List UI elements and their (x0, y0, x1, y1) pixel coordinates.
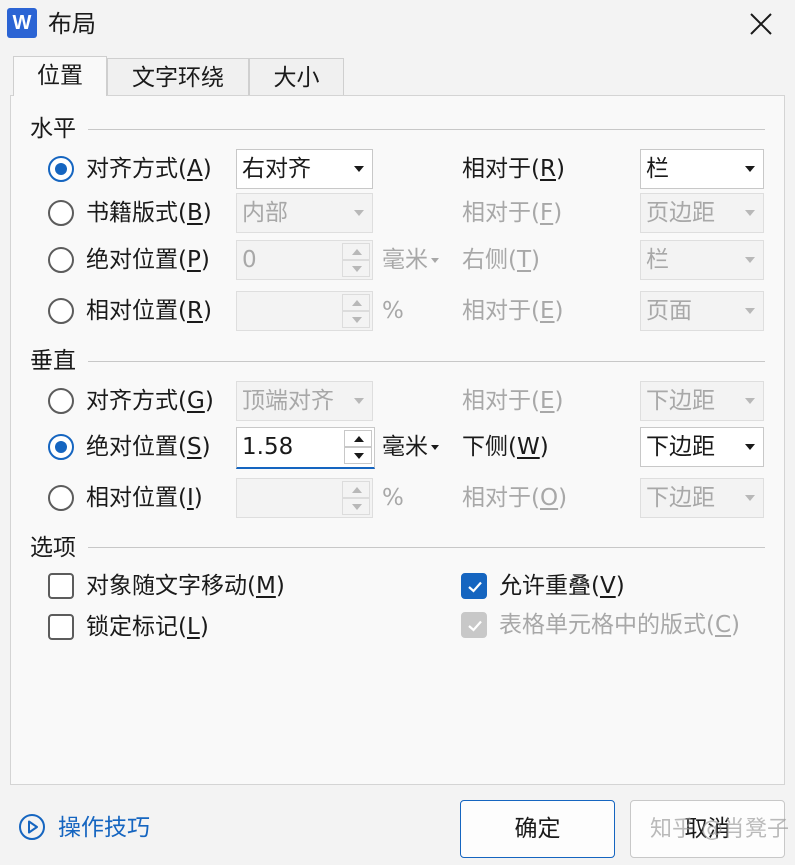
h-book-label: 书籍版式(B) (86, 200, 212, 226)
check-icon (468, 620, 482, 632)
chevron-down-icon (745, 308, 755, 314)
h-absolute-input[interactable]: 0 (236, 240, 373, 280)
h-absolute-unit[interactable]: 毫米 (382, 244, 439, 276)
tips-link[interactable]: 操作技巧 (58, 812, 150, 844)
spin-up-icon[interactable] (342, 294, 370, 311)
section-horizontal-label: 水平 (30, 116, 76, 142)
chevron-down-icon (431, 445, 439, 450)
spin-down-icon[interactable] (342, 311, 370, 328)
v-align-relative-label: 相对于(E) (462, 388, 564, 414)
check-icon (468, 581, 482, 593)
tab-size[interactable]: 大小 (249, 58, 344, 96)
dialog-title: 布局 (48, 10, 96, 38)
h-align-label: 对齐方式(A) (86, 156, 212, 182)
section-vertical-label: 垂直 (30, 348, 76, 374)
h-absolute-radio[interactable] (48, 247, 74, 273)
chevron-down-icon (745, 398, 755, 404)
v-absolute-input[interactable]: 1.58 (236, 427, 375, 469)
move-with-text-checkbox[interactable] (48, 573, 74, 599)
tab-text-wrapping[interactable]: 文字环绕 (107, 58, 249, 96)
h-relative-unit: % (382, 298, 404, 324)
chevron-down-icon (745, 444, 755, 450)
separator (88, 547, 765, 548)
layout-in-cell-label: 表格单元格中的版式(C) (499, 612, 741, 638)
chevron-down-icon (745, 166, 755, 172)
h-book-radio[interactable] (48, 200, 74, 226)
chevron-down-icon (745, 495, 755, 501)
lock-anchor-label: 锁定标记(L) (86, 614, 209, 640)
v-relative-label: 相对位置(I) (86, 485, 203, 511)
v-relative-relative-select[interactable]: 下边距 (640, 478, 764, 518)
v-align-label: 对齐方式(G) (86, 388, 214, 414)
separator (88, 361, 765, 362)
h-relative-radio[interactable] (48, 298, 74, 324)
tab-position[interactable]: 位置 (13, 56, 107, 96)
title-bar (0, 0, 795, 50)
spin-down-icon[interactable] (344, 447, 372, 464)
v-relative-relative-label: 相对于(O) (462, 485, 568, 511)
layout-in-cell-checkbox[interactable] (461, 612, 487, 638)
watermark-text: 知乎 @肖凳子 (650, 817, 789, 842)
v-absolute-label: 绝对位置(S) (86, 434, 211, 460)
spin-down-icon[interactable] (342, 260, 370, 277)
h-relative-label: 相对位置(R) (86, 298, 212, 324)
chevron-down-icon (354, 166, 364, 172)
v-align-radio[interactable] (48, 388, 74, 414)
chevron-down-icon (745, 257, 755, 263)
play-circle-icon[interactable] (18, 813, 46, 845)
h-absolute-relative-label: 右侧(T) (462, 247, 541, 273)
v-absolute-relative-label: 下侧(W) (462, 434, 549, 460)
section-options-label: 选项 (30, 535, 76, 561)
spin-up-icon[interactable] (344, 430, 372, 447)
separator (88, 129, 765, 130)
v-absolute-unit[interactable]: 毫米 (382, 431, 439, 463)
h-absolute-label: 绝对位置(P) (86, 247, 210, 273)
spin-down-icon[interactable] (342, 498, 370, 515)
chevron-down-icon (431, 258, 439, 263)
spin-up-icon[interactable] (342, 243, 370, 260)
h-absolute-relative-select[interactable]: 栏 (640, 240, 764, 280)
v-relative-radio[interactable] (48, 485, 74, 511)
h-align-relative-select[interactable]: 栏 (640, 149, 764, 189)
h-book-select[interactable]: 内部 (236, 193, 373, 233)
wps-writer-icon: W (7, 8, 37, 38)
v-relative-unit: % (382, 485, 404, 511)
v-align-relative-select[interactable]: 下边距 (640, 381, 764, 421)
h-align-relative-label: 相对于(R) (462, 156, 565, 182)
h-relative-input[interactable] (236, 291, 373, 331)
v-relative-input[interactable] (236, 478, 373, 518)
chevron-down-icon (745, 210, 755, 216)
chevron-down-icon (354, 398, 364, 404)
h-relative-relative-label: 相对于(E) (462, 298, 564, 324)
allow-overlap-checkbox[interactable] (461, 573, 487, 599)
lock-anchor-checkbox[interactable] (48, 614, 74, 640)
chevron-down-icon (354, 210, 364, 216)
spin-up-icon[interactable] (342, 481, 370, 498)
ok-button[interactable]: 确定 (460, 800, 615, 858)
move-with-text-label: 对象随文字移动(M) (86, 573, 285, 599)
allow-overlap-label: 允许重叠(V) (499, 573, 625, 599)
h-relative-relative-select[interactable]: 页面 (640, 291, 764, 331)
h-align-select[interactable]: 右对齐 (236, 149, 373, 189)
h-book-relative-label: 相对于(F) (462, 200, 563, 226)
h-align-radio[interactable] (48, 156, 74, 182)
h-book-relative-select[interactable]: 页边距 (640, 193, 764, 233)
v-absolute-radio[interactable] (48, 434, 74, 460)
v-align-select[interactable]: 顶端对齐 (236, 381, 373, 421)
close-icon[interactable] (745, 8, 777, 40)
v-absolute-relative-select[interactable]: 下边距 (640, 427, 764, 467)
